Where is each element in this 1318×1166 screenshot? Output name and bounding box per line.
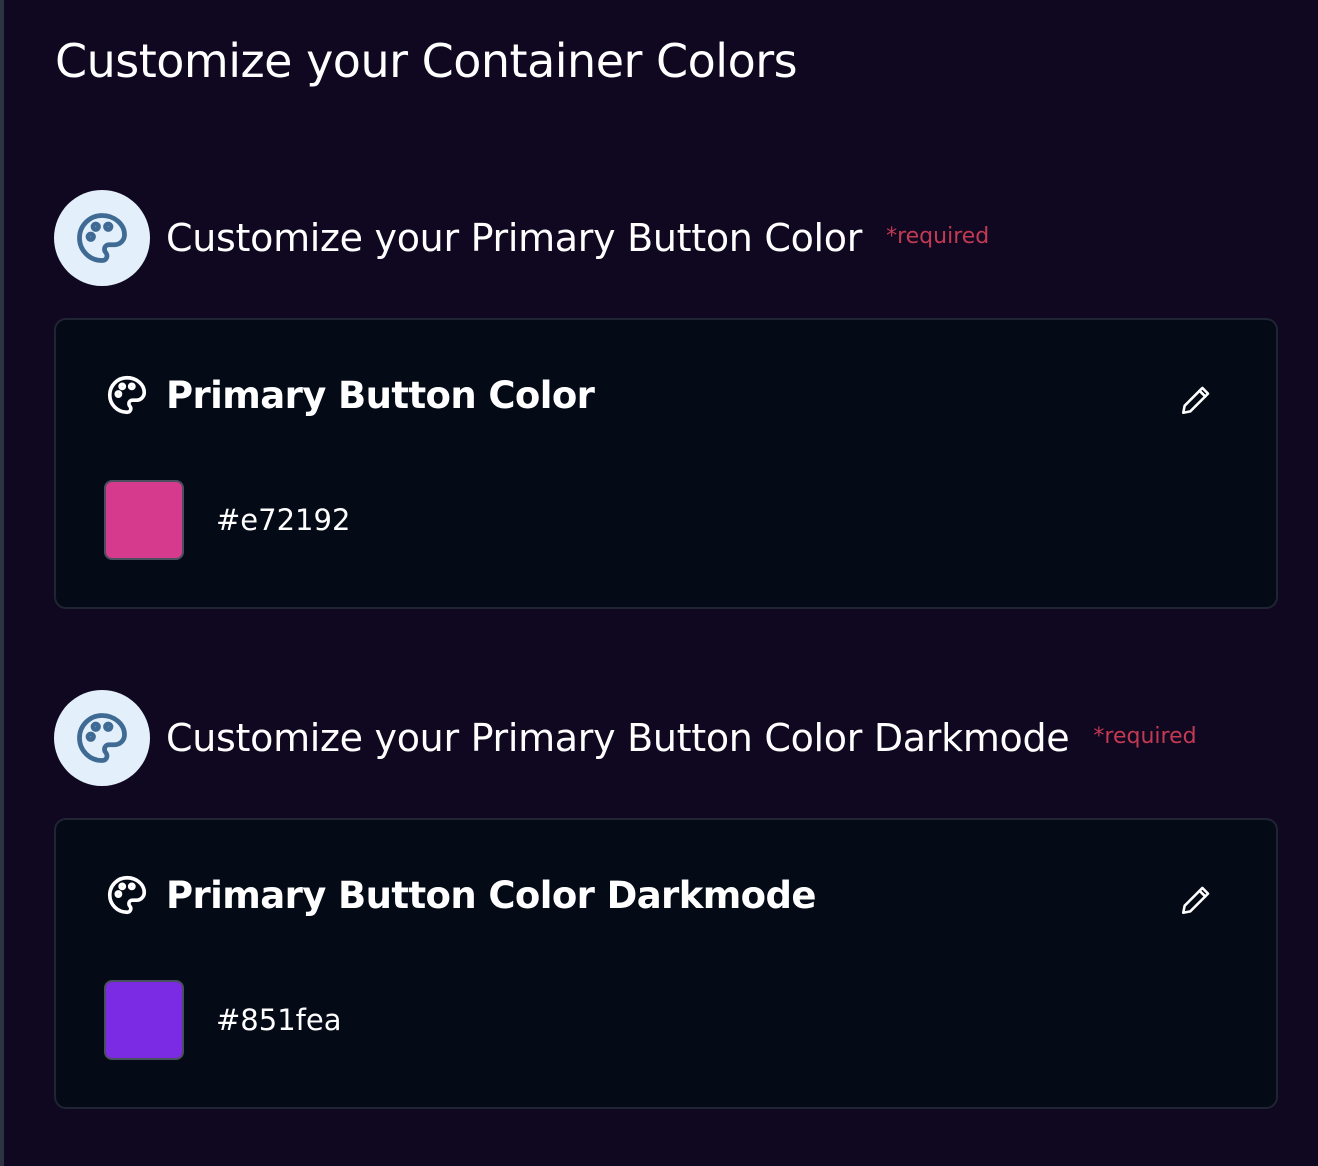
hex-value: #e72192: [216, 503, 351, 537]
color-card-primary-button: Primary Button Color #e72192: [54, 318, 1278, 609]
section-icon-circle: [54, 190, 150, 286]
card-title: Primary Button Color Darkmode: [166, 873, 816, 917]
required-label: *required: [1093, 723, 1197, 749]
card-header: Primary Button Color: [104, 372, 595, 418]
palette-icon: [107, 875, 147, 915]
color-swatch[interactable]: [104, 480, 184, 560]
palette-icon: [77, 213, 127, 263]
edit-button[interactable]: [1178, 382, 1214, 418]
color-value-row: #851fea: [104, 980, 341, 1060]
section-header-primary-button-color-darkmode: Customize your Primary Button Color Dark…: [54, 690, 1197, 786]
required-label: *required: [886, 223, 990, 249]
palette-icon: [107, 375, 147, 415]
section-title: Customize your Primary Button Color Dark…: [166, 716, 1070, 760]
color-value-row: #e72192: [104, 480, 350, 560]
pencil-icon: [1181, 386, 1210, 415]
section-title: Customize your Primary Button Color: [166, 216, 863, 260]
edit-button[interactable]: [1178, 882, 1214, 918]
card-title: Primary Button Color: [166, 373, 595, 417]
card-header: Primary Button Color Darkmode: [104, 872, 816, 918]
section-icon-circle: [54, 690, 150, 786]
color-swatch[interactable]: [104, 980, 184, 1060]
section-header-primary-button-color: Customize your Primary Button Color *req…: [54, 190, 989, 286]
page-title: Customize your Container Colors: [55, 34, 798, 88]
hex-value: #851fea: [216, 1003, 342, 1037]
palette-icon: [77, 713, 127, 763]
page-container: Customize your Container Colors Customiz…: [0, 0, 1318, 1166]
pencil-icon: [1181, 886, 1210, 915]
color-card-primary-button-darkmode: Primary Button Color Darkmode #851fea: [54, 818, 1278, 1109]
